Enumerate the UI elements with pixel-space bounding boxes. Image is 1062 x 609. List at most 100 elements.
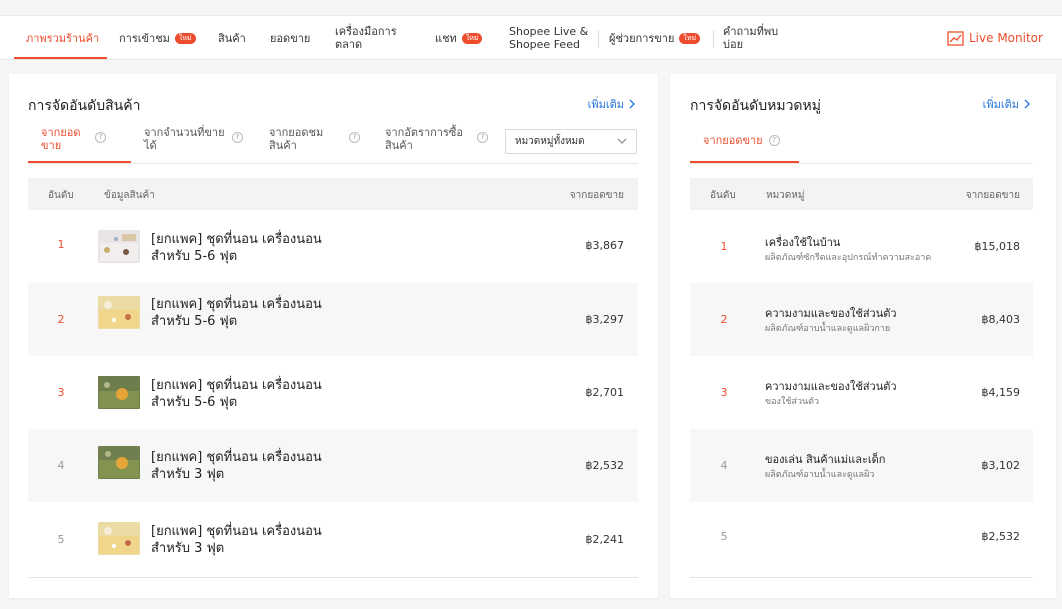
product-name[interactable]: [ยกแพค] ชุดที่นอน เครื่องนอนสำหรับ 5-6 ฟ…: [151, 231, 351, 265]
product-name[interactable]: [ยกแพค] ชุดที่นอน เครื่องนอนสำหรับ 5-6 ฟ…: [151, 377, 351, 411]
category-ranking-more-link[interactable]: เพิ่มเติม: [983, 95, 1030, 113]
sales-amount: ฿8,403: [981, 313, 1021, 326]
rank-number: 1: [57, 238, 65, 251]
nav-shop-overview-label: ภาพรวมร้านค้า: [26, 31, 100, 45]
product-thumbnail: [98, 376, 140, 409]
category-table-header: อันดับ หมวดหมู่ จากยอดขาย: [690, 178, 1033, 210]
table-row[interactable]: 4 [ยกแพค] ชุดที่นอน เครื่องนอนสำหรับ 3 ฟ…: [28, 429, 638, 502]
tab-by-views[interactable]: จากยอดชมสินค้า ?: [269, 126, 369, 162]
table-row[interactable]: 3 ความงามและของใช้ส่วนตัว ของใช้ส่วนตัว …: [690, 356, 1033, 429]
product-thumbnail: [98, 230, 140, 263]
tab-category-by-sales-label: จากยอดขาย: [703, 134, 763, 147]
product-ranking-title: การจัดอันดับสินค้า: [28, 98, 141, 114]
chevron-right-icon: [1024, 99, 1030, 109]
nav-marketing-tools[interactable]: เครื่องมือการตลาด: [335, 16, 407, 60]
table-row[interactable]: 2 ความงามและของใช้ส่วนตัว ผลิตภัณฑ์อาบน้…: [690, 283, 1033, 356]
new-badge: ใหม่: [679, 32, 701, 44]
rank-number: 4: [57, 459, 65, 472]
new-badge: ใหม่: [461, 32, 483, 44]
product-thumbnail: [98, 446, 140, 479]
help-icon[interactable]: ?: [477, 132, 488, 143]
table-row[interactable]: 2 [ยกแพค] ชุดที่นอน เครื่องนอนสำหรับ 5-6…: [28, 283, 638, 356]
rank-number: 3: [720, 386, 728, 399]
live-monitor-button[interactable]: Live Monitor: [947, 16, 1043, 60]
rank-number: 4: [720, 459, 728, 472]
table-bottom-border: [690, 577, 1033, 578]
rank-number: 1: [720, 240, 728, 253]
category-select-value: หมวดหมู่ทั้งหมด: [515, 136, 585, 147]
table-row[interactable]: 5 [ยกแพค] ชุดที่นอน เครื่องนอนสำหรับ 3 ฟ…: [28, 502, 638, 575]
product-ranking-card: การจัดอันดับสินค้า เพิ่มเติม จากยอดขาย ?…: [9, 74, 658, 598]
rank-number: 2: [720, 313, 728, 326]
tab-by-conversion[interactable]: จากอัตราการซื้อสินค้า ?: [385, 126, 495, 162]
product-name[interactable]: [ยกแพค] ชุดที่นอน เครื่องนอนสำหรับ 5-6 ฟ…: [151, 296, 351, 330]
col-sales: จากยอดขาย: [569, 190, 624, 201]
tab-by-views-label: จากยอดชมสินค้า: [269, 126, 324, 152]
table-row[interactable]: 1 เครื่องใช้ในบ้าน ผลิตภัณฑ์ซักรีดและอุป…: [690, 210, 1033, 283]
nav-shopee-live-feed[interactable]: Shopee Live & Shopee Feed: [509, 16, 591, 60]
category-name: ความงามและของใช้ส่วนตัว: [765, 307, 897, 320]
category-select[interactable]: หมวดหมู่ทั้งหมด: [505, 129, 637, 154]
table-row[interactable]: 1 [ยกแพค] ชุดที่นอน เครื่องนอนสำหรับ 5-6…: [28, 210, 638, 283]
line-chart-icon: [947, 30, 964, 46]
tab-divider: [690, 163, 1033, 164]
tab-category-by-sales[interactable]: จากยอดขาย ?: [703, 134, 780, 154]
nav-chat-label: แชท: [435, 31, 457, 45]
nav-active-underline: [14, 57, 107, 59]
subcategory-name: ผลิตภัณฑ์อาบน้ำและดูแลผิวกาย: [765, 324, 891, 334]
more-label: เพิ่มเติม: [587, 98, 624, 111]
nav-traffic-label: การเข้าชม: [119, 31, 170, 45]
category-name: ของเล่น สินค้าแม่และเด็ก: [765, 453, 886, 466]
col-rank: อันดับ: [48, 190, 74, 201]
sales-amount: ฿2,701: [585, 386, 625, 399]
live-monitor-label: Live Monitor: [969, 31, 1043, 45]
col-product-info: ข้อมูลสินค้า: [104, 190, 155, 201]
nav-marketing-tools-label: เครื่องมือการตลาด: [335, 25, 397, 51]
nav-sales-assistant[interactable]: ผู้ช่วยการขาย ใหม่: [609, 16, 701, 60]
chevron-down-icon: [617, 138, 627, 144]
tab-by-sales-label: จากยอดขาย: [41, 126, 81, 152]
nav-faq-label: คำถามที่พบบ่อย: [723, 25, 779, 51]
product-name[interactable]: [ยกแพค] ชุดที่นอน เครื่องนอนสำหรับ 3 ฟุต: [151, 523, 351, 557]
table-bottom-border: [28, 577, 638, 578]
tab-by-units-sold[interactable]: จากจำนวนที่ขายได้ ?: [144, 126, 249, 162]
product-thumbnail: [98, 296, 140, 329]
col-rank: อันดับ: [710, 190, 736, 201]
tab-by-conversion-label: จากอัตราการซื้อสินค้า: [385, 126, 463, 152]
chevron-right-icon: [629, 99, 635, 109]
product-table-header: อันดับ ข้อมูลสินค้า จากยอดขาย: [28, 178, 638, 210]
category-ranking-card: การจัดอันดับหมวดหมู่ เพิ่มเติม จากยอดขาย…: [670, 74, 1056, 598]
subcategory-name: ผลิตภัณฑ์ซักรีดและอุปกรณ์ทำความสะอาด: [765, 253, 932, 263]
tab-active-underline: [28, 161, 131, 163]
category-name: เครื่องใช้ในบ้าน: [765, 236, 841, 249]
more-label: เพิ่มเติม: [982, 98, 1019, 111]
nav-chat[interactable]: แชท ใหม่: [435, 16, 483, 60]
help-icon[interactable]: ?: [95, 132, 106, 143]
help-icon[interactable]: ?: [349, 132, 360, 143]
nav-faq[interactable]: คำถามที่พบบ่อย: [723, 16, 785, 60]
nav-sales[interactable]: ยอดขาย: [270, 16, 310, 60]
rank-number: 5: [720, 530, 728, 543]
tab-divider: [28, 163, 638, 164]
tab-by-sales[interactable]: จากยอดขาย ?: [41, 126, 121, 162]
nav-sales-assistant-label: ผู้ช่วยการขาย: [609, 31, 675, 45]
help-icon[interactable]: ?: [768, 135, 780, 146]
rank-number: 2: [57, 313, 65, 326]
product-ranking-more-link[interactable]: เพิ่มเติม: [588, 95, 635, 113]
table-row[interactable]: 4 ของเล่น สินค้าแม่และเด็ก ผลิตภัณฑ์อาบน…: [690, 429, 1033, 502]
nav-shop-overview[interactable]: ภาพรวมร้านค้า: [26, 16, 99, 60]
col-sales: จากยอดขาย: [965, 190, 1020, 201]
nav-products[interactable]: สินค้า: [218, 16, 246, 60]
product-name[interactable]: [ยกแพค] ชุดที่นอน เครื่องนอนสำหรับ 3 ฟุต: [151, 449, 351, 483]
nav-traffic[interactable]: การเข้าชม ใหม่: [119, 16, 196, 60]
table-row[interactable]: 3 [ยกแพค] ชุดที่นอน เครื่องนอนสำหรับ 5-6…: [28, 356, 638, 429]
table-row[interactable]: 5 ฿2,532: [690, 502, 1033, 575]
sales-amount: ฿3,102: [981, 459, 1021, 472]
tab-by-units-sold-label: จากจำนวนที่ขายได้: [144, 126, 225, 152]
sales-amount: ฿4,159: [981, 386, 1021, 399]
sales-amount: ฿3,867: [585, 239, 625, 252]
help-icon[interactable]: ?: [232, 132, 243, 143]
nav-divider: [598, 30, 599, 48]
rank-number: 3: [57, 386, 65, 399]
nav-shopee-live-feed-label: Shopee Live & Shopee Feed: [509, 25, 589, 51]
